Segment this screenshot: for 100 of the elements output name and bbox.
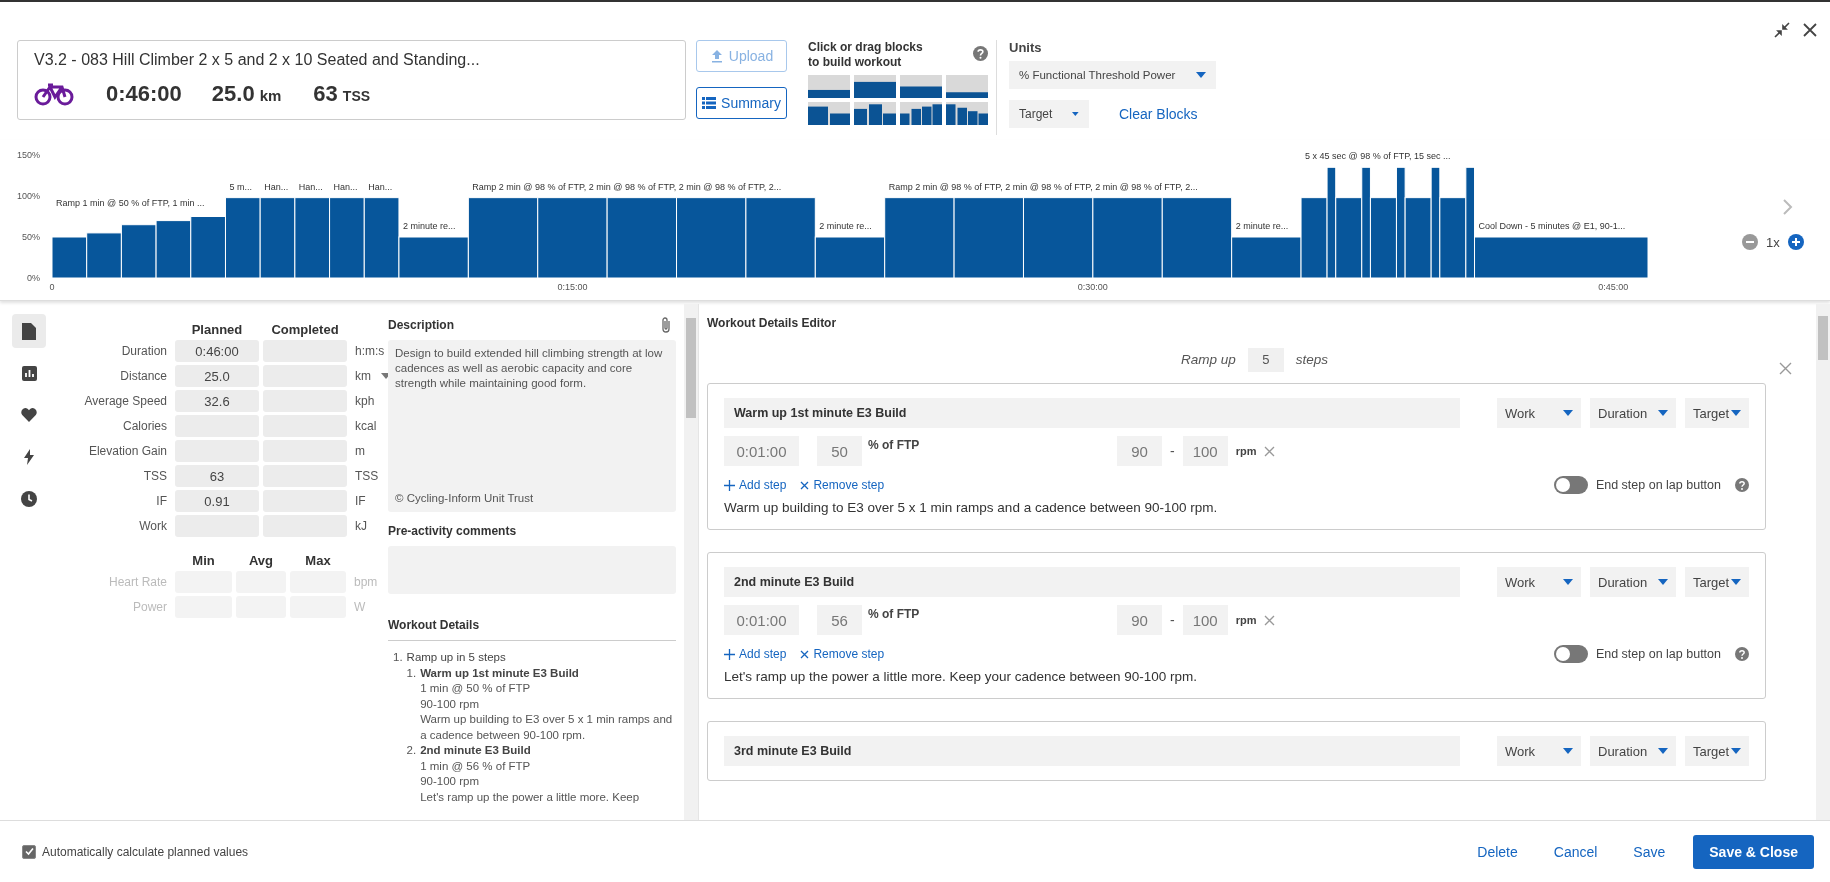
save-and-close-button[interactable]: Save & Close <box>1693 834 1814 869</box>
interval-bar[interactable] <box>606 197 677 279</box>
stat-label: Average Speed <box>83 394 168 408</box>
interval-bar[interactable] <box>120 224 157 279</box>
target-field[interactable]: 56 <box>817 605 862 635</box>
cadence-high-field[interactable]: 100 <box>1182 436 1228 466</box>
help-icon[interactable] <box>1735 647 1749 661</box>
repeat-count-field[interactable]: 5 <box>1247 347 1284 372</box>
sidebar-tab[interactable] <box>12 314 46 348</box>
target-field[interactable]: 50 <box>817 436 862 466</box>
interval-bar[interactable] <box>953 197 1024 279</box>
step-name-field[interactable]: 2nd minute E3 Build <box>724 567 1460 597</box>
toggle-label: End step on lap button <box>1595 478 1721 492</box>
help-icon[interactable] <box>973 46 988 61</box>
stat-unit: kJ <box>355 519 367 533</box>
target-type-dropdown[interactable]: Target <box>1685 398 1749 428</box>
interval-bar[interactable] <box>51 236 88 279</box>
duration-type-dropdown[interactable]: Duration <box>1590 736 1676 766</box>
cadence-high-field[interactable]: 100 <box>1182 605 1228 635</box>
interval-bar[interactable] <box>294 197 331 279</box>
interval-block-icon[interactable] <box>946 75 988 98</box>
interval-bar[interactable] <box>1369 197 1397 279</box>
duration-field[interactable]: 0:01:00 <box>724 436 799 466</box>
planned-value-field[interactable]: 0.91 <box>175 490 259 512</box>
interval-bar[interactable] <box>1231 236 1302 279</box>
interval-bar[interactable] <box>537 197 608 279</box>
interval-bar[interactable] <box>190 216 226 279</box>
duration-type-dropdown[interactable]: Duration <box>1590 398 1676 428</box>
interval-bar[interactable] <box>1300 197 1328 279</box>
checkbox[interactable] <box>22 844 36 859</box>
remove-step-link[interactable]: Remove step <box>800 478 885 492</box>
interval-bar[interactable] <box>814 236 886 279</box>
interval-bar[interactable] <box>86 232 122 279</box>
toggle-switch[interactable] <box>1553 645 1588 663</box>
zoom-in-icon[interactable] <box>1787 234 1804 250</box>
remove-icon[interactable] <box>1264 445 1276 457</box>
cadence-low-field[interactable]: 90 <box>1117 605 1162 635</box>
planned-value-field[interactable]: 63 <box>175 465 259 487</box>
toggle-switch[interactable] <box>1553 476 1588 494</box>
intensity-dropdown[interactable]: Work <box>1497 736 1581 766</box>
intensity-dropdown[interactable]: Work <box>1497 398 1581 428</box>
interval-bar[interactable] <box>467 197 539 279</box>
section-title: Description <box>388 318 454 332</box>
interval-bar[interactable] <box>1326 166 1337 279</box>
interval-bar[interactable] <box>363 197 400 279</box>
footer-link-button[interactable]: Save <box>1633 843 1666 860</box>
interval-bar[interactable] <box>676 197 747 279</box>
interval-block-icon[interactable] <box>900 102 942 125</box>
intensity-dropdown[interactable]: Work <box>1497 567 1581 597</box>
interval-bar[interactable] <box>1474 236 1649 279</box>
duration-type-dropdown[interactable]: Duration <box>1590 567 1676 597</box>
interval-bar[interactable] <box>259 197 296 279</box>
interval-bar[interactable] <box>1361 166 1371 279</box>
interval-bar[interactable] <box>884 197 955 279</box>
planned-value-field[interactable]: 32.6 <box>175 390 259 412</box>
interval-block-icon[interactable] <box>808 75 850 98</box>
interval-bar[interactable] <box>1161 197 1233 279</box>
duration-field[interactable]: 0:01:00 <box>724 605 799 635</box>
interval-block-icon[interactable] <box>854 75 896 98</box>
target-dropdown[interactable]: Target <box>1009 100 1089 128</box>
interval-bar[interactable] <box>225 197 261 279</box>
interval-bar[interactable] <box>1430 166 1441 279</box>
summary-button[interactable]: Summary <box>696 87 787 119</box>
interval-bar[interactable] <box>1023 197 1094 279</box>
interval-bar[interactable] <box>1465 166 1475 279</box>
clear-blocks-link[interactable]: Clear Blocks <box>1119 106 1198 122</box>
interval-bar[interactable] <box>329 197 365 279</box>
interval-bar[interactable] <box>1439 197 1467 279</box>
description-field[interactable]: Design to build extended hill climbing strength at low cadences as well as aerobic capacity and core strength while maintaining good form. © Cycling-Inform Unit Trust <box>388 340 676 512</box>
target-type-dropdown[interactable]: Target <box>1685 736 1749 766</box>
help-icon[interactable] <box>1735 478 1749 492</box>
scrollbar[interactable] <box>684 304 698 820</box>
target-type-dropdown[interactable]: Target <box>1685 567 1749 597</box>
step-name-field[interactable]: Warm up 1st minute E3 Build <box>724 398 1460 428</box>
planned-value-field[interactable]: 25.0 <box>175 365 259 387</box>
collapse-icon[interactable] <box>1774 22 1790 38</box>
units-dropdown[interactable]: % Functional Threshold Power <box>1009 61 1216 89</box>
close-icon[interactable] <box>1802 22 1818 38</box>
interval-bar[interactable] <box>745 197 816 279</box>
interval-block-icon[interactable] <box>900 75 942 98</box>
interval-bar[interactable] <box>1404 197 1432 279</box>
remove-icon[interactable] <box>1264 614 1276 626</box>
footer-link-button[interactable]: Delete <box>1477 843 1518 860</box>
scrollbar[interactable] <box>1816 304 1830 820</box>
paperclip-icon[interactable] <box>660 316 672 334</box>
interval-bar[interactable] <box>398 236 469 279</box>
add-step-link[interactable]: Add step <box>724 647 787 661</box>
interval-block-icon[interactable] <box>946 102 988 125</box>
zoom-out-icon[interactable] <box>1742 234 1758 250</box>
interval-bar[interactable] <box>155 220 192 279</box>
interval-block-icon[interactable] <box>808 102 850 125</box>
add-step-link[interactable]: Add step <box>724 478 787 492</box>
interval-block-icon[interactable] <box>854 102 896 125</box>
cadence-low-field[interactable]: 90 <box>1117 436 1162 466</box>
footer-link-button[interactable]: Cancel <box>1553 843 1598 860</box>
interval-bar[interactable] <box>1092 197 1163 279</box>
step-name-field[interactable]: 3rd minute E3 Build <box>724 736 1460 766</box>
remove-step-link[interactable]: Remove step <box>800 647 885 661</box>
interval-bar[interactable] <box>1335 197 1363 279</box>
planned-value-field[interactable]: 0:46:00 <box>175 340 259 362</box>
